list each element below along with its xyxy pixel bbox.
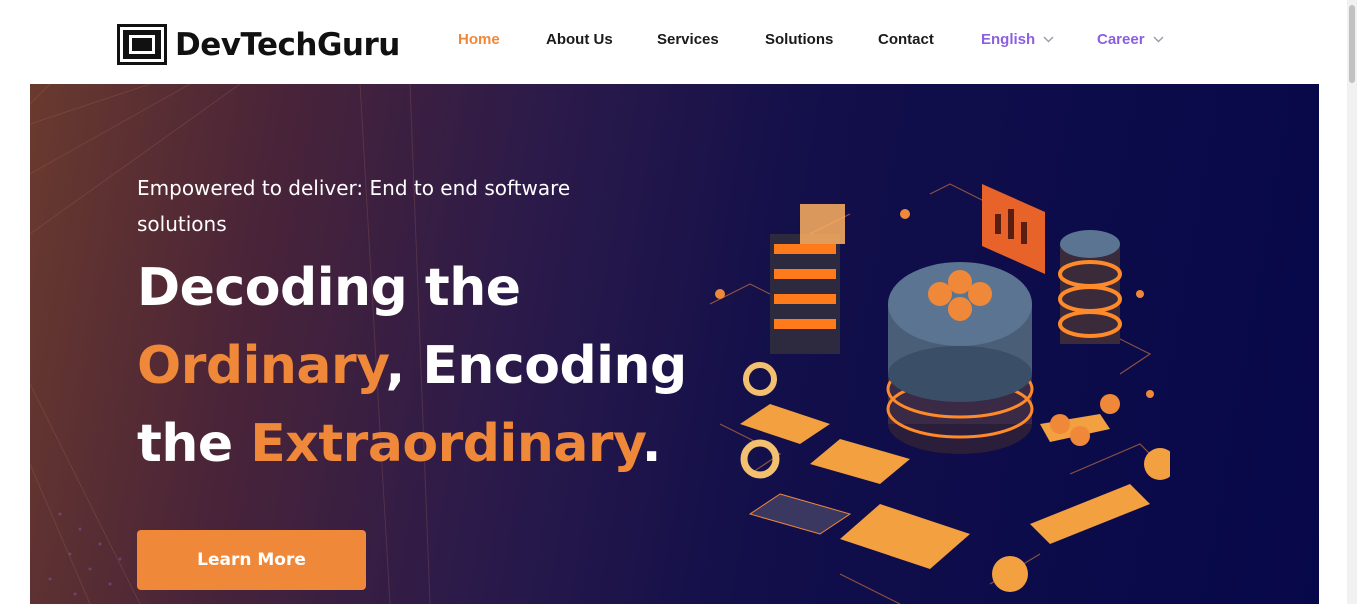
- learn-more-button[interactable]: Learn More: [137, 530, 366, 590]
- hero-section: Empowered to deliver: End to end softwar…: [30, 84, 1319, 604]
- headline-line1: Decoding the: [137, 258, 521, 318]
- headline-highlight-extraordinary: Extraordinary: [250, 414, 642, 474]
- hero-headline: Decoding the Ordinary, Encoding the Extr…: [137, 249, 697, 483]
- nav-language-dropdown[interactable]: English: [981, 31, 1054, 48]
- brand-logo[interactable]: DevTechGuru: [117, 24, 400, 65]
- nav-career-dropdown[interactable]: Career: [1097, 31, 1164, 48]
- headline-mid: , Encoding: [385, 336, 688, 396]
- nav-solutions[interactable]: Solutions: [765, 31, 833, 48]
- chevron-down-icon: [1043, 36, 1054, 43]
- hero-subtitle: Empowered to deliver: End to end softwar…: [137, 176, 571, 236]
- isometric-data-server-icon: [709, 183, 1170, 604]
- headline-end: .: [641, 414, 662, 474]
- nav-career-label: Career: [1097, 31, 1145, 48]
- site-header: DevTechGuru Home About Us Services Solut…: [0, 0, 1347, 84]
- nav-language-label: English: [981, 31, 1036, 48]
- nav-home[interactable]: Home: [458, 31, 500, 48]
- nav-about-us[interactable]: About Us: [546, 31, 613, 48]
- brand-name: DevTechGuru: [175, 26, 400, 63]
- scrollbar-thumb[interactable]: [1349, 5, 1355, 83]
- nav-services[interactable]: Services: [657, 31, 719, 48]
- headline-highlight-ordinary: Ordinary: [137, 336, 386, 396]
- page-scrollbar[interactable]: [1347, 0, 1357, 604]
- chevron-down-icon: [1153, 36, 1164, 43]
- headline-line3: the: [137, 414, 251, 474]
- monitor-icon: [117, 24, 167, 65]
- nav-contact[interactable]: Contact: [878, 31, 934, 48]
